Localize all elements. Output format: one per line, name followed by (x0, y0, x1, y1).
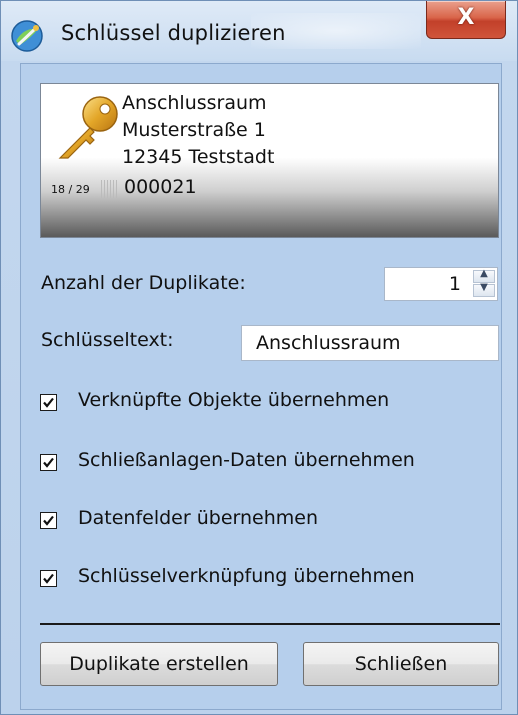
option-label: Schlüsselverknüpfung übernehmen (78, 565, 415, 587)
app-icon (11, 20, 43, 52)
stepper-arrows: ▲ ▼ (473, 268, 495, 298)
checkmark-icon (43, 397, 54, 408)
close-icon: X (457, 5, 475, 30)
checkbox[interactable] (40, 512, 57, 529)
create-duplicates-button[interactable]: Duplikate erstellen (40, 642, 278, 686)
option-label: Schließanlagen-Daten übernehmen (78, 449, 415, 471)
option-label: Datenfelder übernehmen (78, 507, 318, 529)
checkbox[interactable] (40, 454, 57, 471)
key-count-label: 18 / 29 (51, 183, 90, 196)
checkbox[interactable] (40, 394, 57, 411)
checkbox[interactable] (40, 570, 57, 587)
key-card: Anschlussraum Musterstraße 1 12345 Tests… (40, 83, 499, 238)
window-title: Schlüssel duplizieren (61, 21, 286, 45)
close-window-button[interactable]: X (426, 1, 506, 39)
key-text-input[interactable]: Anschlussraum (241, 325, 499, 361)
checkmark-icon (43, 457, 54, 468)
close-button[interactable]: Schließen (303, 642, 499, 686)
duplicates-value[interactable]: 1 (449, 273, 461, 295)
key-text-label: Schlüsseltext: (41, 329, 174, 351)
divider (40, 623, 500, 625)
chevron-up-icon: ▲ (480, 268, 488, 279)
key-street-line: Musterstraße 1 (122, 119, 266, 141)
chevron-down-icon: ▼ (480, 282, 488, 293)
checkmark-icon (43, 573, 54, 584)
key-number: 000021 (124, 176, 197, 198)
duplicates-label: Anzahl der Duplikate: (41, 272, 246, 294)
key-icon (58, 96, 118, 159)
key-room-line: Anschlussraum (122, 92, 267, 114)
key-city-line: 12345 Teststadt (122, 146, 275, 168)
title-bar[interactable]: Schlüssel duplizieren X (1, 1, 517, 61)
barcode-icon (101, 180, 117, 198)
stepper-down-button[interactable]: ▼ (473, 282, 495, 297)
option-label: Verknüpfte Objekte übernehmen (78, 389, 390, 411)
checkmark-icon (43, 515, 54, 526)
duplicates-stepper[interactable]: 1 ▲ ▼ (384, 267, 498, 301)
